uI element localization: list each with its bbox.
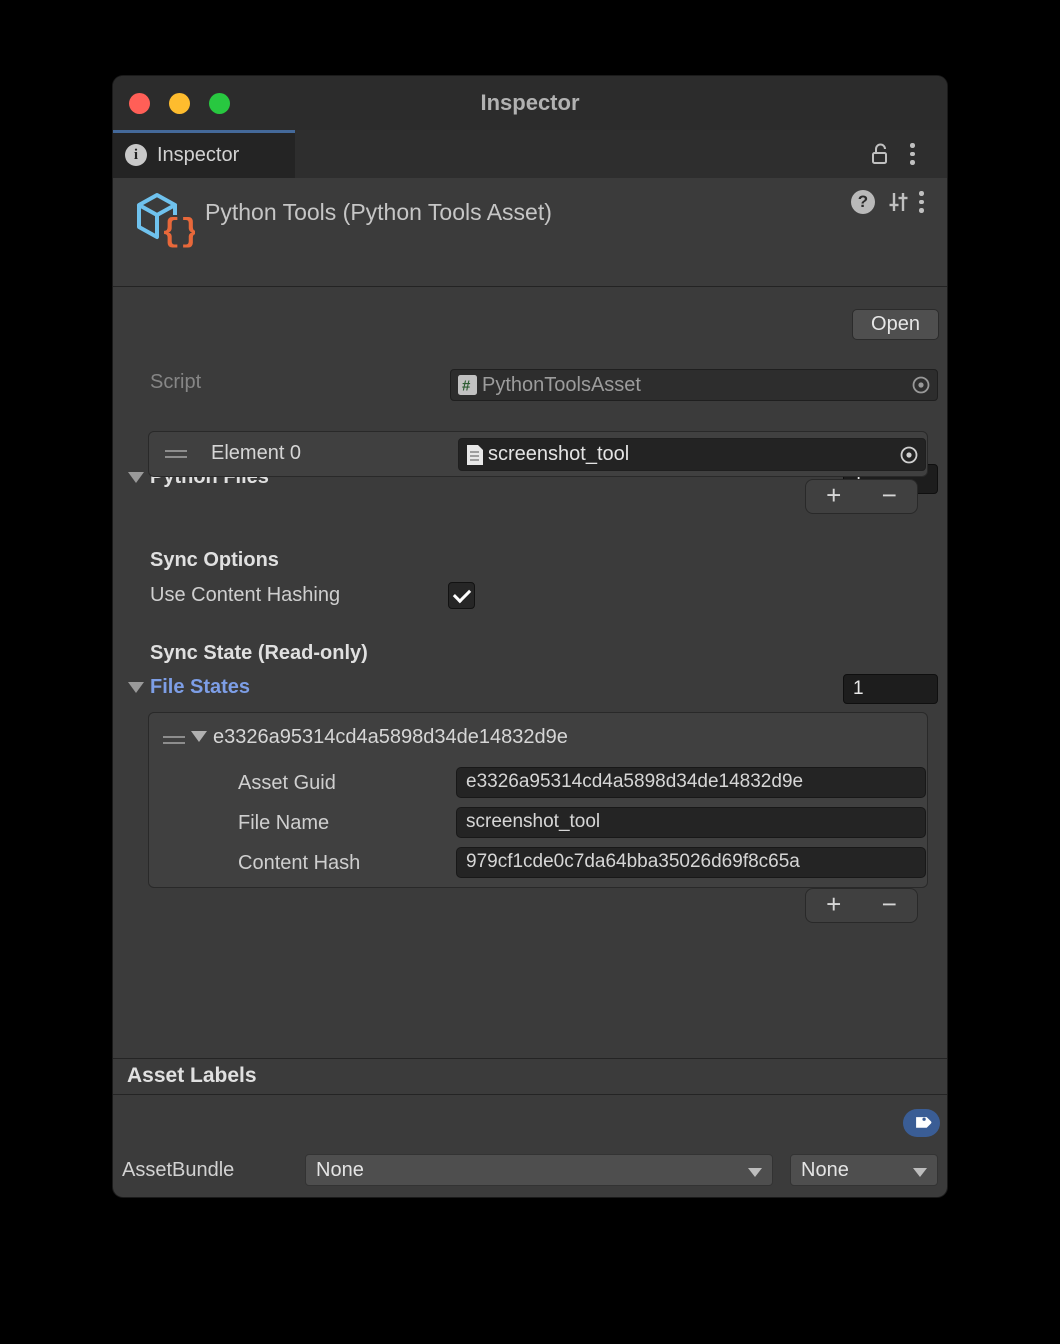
drag-handle-icon[interactable]: [165, 450, 187, 462]
window-titlebar[interactable]: Inspector: [113, 76, 947, 130]
use-content-hashing-checkbox[interactable]: [448, 582, 475, 609]
file-name-label: File Name: [238, 812, 329, 835]
drag-handle-icon[interactable]: [163, 736, 185, 748]
python-files-foldout-icon[interactable]: [128, 472, 144, 483]
file-states-foldout-icon[interactable]: [128, 682, 144, 693]
script-label: Script: [150, 371, 201, 394]
element0-object-field[interactable]: screenshot_tool: [458, 438, 926, 471]
svg-text:{}: {}: [161, 214, 195, 251]
tab-bar: i Inspector: [113, 130, 947, 178]
tab-label: Inspector: [157, 133, 239, 178]
asset-labels-heading: Asset Labels: [127, 1064, 257, 1088]
content-hash-value[interactable]: 979cf1cde0c7da64bba35026d69f8c65a: [456, 847, 926, 878]
sync-options-heading: Sync Options: [150, 549, 279, 572]
python-files-list: Element 0 screenshot_tool: [148, 431, 928, 477]
script-object-field[interactable]: # PythonToolsAsset: [450, 369, 938, 401]
inspector-window: Inspector i Inspector {}: [113, 76, 947, 1197]
sync-state-heading: Sync State (Read-only): [150, 642, 368, 665]
object-picker-icon[interactable]: [911, 375, 931, 395]
asset-guid-value[interactable]: e3326a95314cd4a5898d34de14832d9e: [456, 767, 926, 798]
chevron-down-icon: [748, 1168, 762, 1177]
help-icon[interactable]: ?: [851, 190, 875, 214]
info-icon: i: [125, 144, 147, 166]
assetbundle-variant-value: None: [801, 1159, 849, 1181]
tab-menu-kebab-icon[interactable]: [910, 143, 915, 166]
label-tag-button[interactable]: [903, 1109, 940, 1137]
file-states-size-field[interactable]: 1: [843, 674, 938, 704]
assetbundle-variant-dropdown[interactable]: None: [790, 1154, 938, 1186]
assetbundle-dropdown[interactable]: None: [305, 1154, 773, 1186]
component-title: Python Tools (Python Tools Asset): [205, 199, 552, 226]
use-content-hashing-label: Use Content Hashing: [150, 584, 340, 607]
element0-label: Element 0: [211, 442, 301, 465]
text-asset-icon: [465, 444, 484, 466]
python-tools-asset-icon: {}: [133, 188, 195, 257]
object-picker-icon[interactable]: [899, 445, 919, 465]
asset-guid-label: Asset Guid: [238, 772, 336, 795]
window-title: Inspector: [113, 76, 947, 130]
file-states-list: e3326a95314cd4a5898d34de14832d9e Asset G…: [148, 712, 928, 888]
asset-labels-bar: Asset Labels: [113, 1058, 947, 1095]
tag-icon: [912, 1113, 932, 1133]
csharp-script-icon: #: [457, 374, 478, 396]
script-value: PythonToolsAsset: [482, 374, 907, 397]
file-states-label[interactable]: File States: [150, 676, 250, 699]
assetbundle-value: None: [316, 1159, 364, 1181]
open-button[interactable]: Open: [852, 309, 939, 340]
state-guid-header[interactable]: e3326a95314cd4a5898d34de14832d9e: [213, 726, 568, 749]
unlock-icon[interactable]: [869, 142, 893, 166]
presets-icon[interactable]: [886, 190, 910, 214]
checkmark-icon: [453, 585, 471, 603]
component-header: {} Python Tools (Python Tools Asset) ? O…: [113, 178, 947, 287]
tab-inspector[interactable]: i Inspector: [113, 130, 295, 178]
content-hash-label: Content Hash: [238, 852, 360, 875]
python-files-list-controls: + −: [805, 479, 918, 514]
add-element-button[interactable]: +: [806, 480, 862, 513]
assetbundle-label: AssetBundle: [122, 1159, 234, 1182]
component-menu-kebab-icon[interactable]: [919, 191, 924, 214]
remove-state-button[interactable]: −: [862, 889, 918, 922]
chevron-down-icon: [913, 1168, 927, 1177]
state-foldout-icon[interactable]: [191, 731, 207, 742]
file-states-list-controls: + −: [805, 888, 918, 923]
svg-text:#: #: [462, 378, 471, 395]
remove-element-button[interactable]: −: [862, 480, 918, 513]
file-name-value[interactable]: screenshot_tool: [456, 807, 926, 838]
element0-value: screenshot_tool: [488, 443, 895, 466]
add-state-button[interactable]: +: [806, 889, 862, 922]
